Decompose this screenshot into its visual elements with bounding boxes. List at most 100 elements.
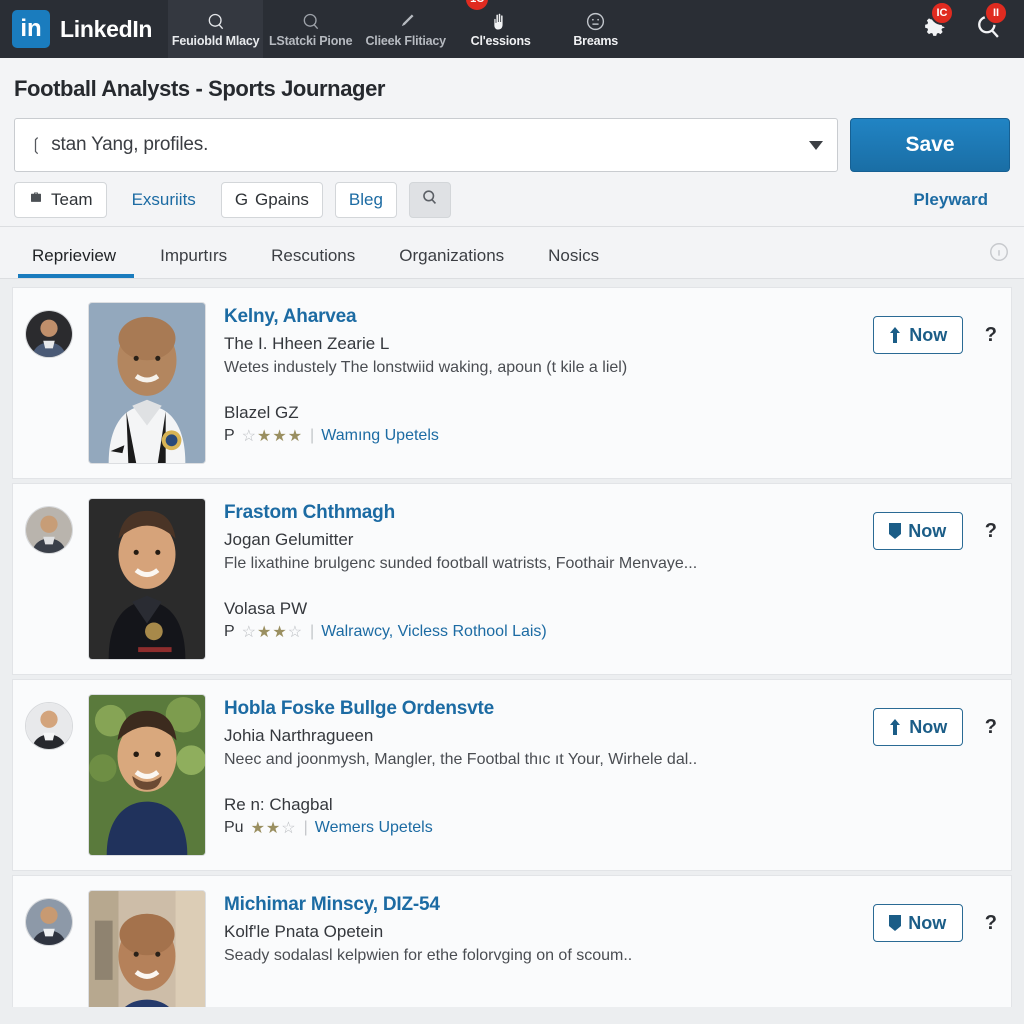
nav-item-breams[interactable]: Breams — [548, 0, 643, 58]
search-input[interactable]: ❲ stan Yang, profiles. — [14, 118, 838, 172]
result-name[interactable]: Hobla Foske Bullge Ordensvte — [224, 698, 873, 720]
result-org: Blazel GZ — [224, 403, 299, 422]
info-icon[interactable] — [988, 241, 1010, 268]
hand-icon: 1C — [464, 0, 511, 33]
result-role: The I. Hheen Zearie L — [224, 334, 390, 353]
tab-rescutions[interactable]: Rescutions — [249, 246, 377, 278]
avatar — [25, 898, 73, 946]
search-icon[interactable]: II — [974, 0, 1008, 46]
nav-item-feuiobld-mlacy[interactable]: Feuiobld Mlacy — [168, 0, 264, 58]
result-link[interactable]: Wamıng Upetels — [321, 427, 439, 445]
result-card[interactable]: Kelny, Aharvea The I. Hheen Zearie L Wet… — [12, 287, 1012, 479]
filter-chip-label: Gpains — [255, 190, 309, 209]
tab-bar: Reprieview Impurtırs Rescutions Organiza… — [0, 227, 1024, 279]
result-details: Michimar Minscy, DIZ-54 Kolf'le Pnata Op… — [206, 890, 873, 979]
star-rating: ☆★★★ — [241, 428, 304, 445]
now-button[interactable]: Now — [872, 708, 963, 746]
filter-chip-gpains[interactable]: G Gpains — [220, 182, 323, 218]
result-card[interactable]: Frastom Chthmagh Jogan Gelumitter Fle li… — [12, 483, 1012, 675]
rating-prefix: P — [224, 623, 235, 640]
result-actions: Now ? — [872, 302, 997, 354]
rating-prefix: Pu — [224, 819, 244, 836]
filter-chip-team[interactable]: Team — [14, 182, 107, 218]
briefcase-icon — [28, 190, 44, 210]
result-link[interactable]: Walrawcy, Vicless Rothool Lais) — [321, 623, 547, 641]
bookmark-icon — [889, 523, 902, 539]
result-card[interactable]: Michimar Minscy, DIZ-54 Kolf'le Pnata Op… — [12, 875, 1012, 1007]
arrow-up-icon — [888, 327, 902, 343]
filter-chip-row: Team Exsuriits G Gpains Bleg Pleyward — [14, 172, 1010, 226]
nav-item-label: Feuiobld Mlacy — [171, 33, 260, 48]
nav-item-clessions[interactable]: 1C Cl'essions — [453, 0, 548, 58]
profile-photo — [88, 302, 206, 464]
filter-chip-label: Exsuriits — [131, 190, 196, 209]
search-badge: II — [984, 0, 1008, 25]
nav-item-label: Breams — [573, 33, 618, 48]
result-details: Kelny, Aharvea The I. Hheen Zearie L Wet… — [206, 302, 873, 446]
tab-nosics[interactable]: Nosics — [526, 246, 621, 278]
divider: | — [303, 819, 308, 836]
result-link[interactable]: Wemers Upetels — [315, 819, 433, 837]
now-button[interactable]: Now — [872, 904, 963, 942]
brand-logo-area[interactable]: in LinkedIn — [0, 0, 168, 58]
result-details: Frastom Chthmagh Jogan Gelumitter Fle li… — [206, 498, 873, 642]
filter-search-button[interactable] — [408, 182, 451, 218]
nav-item-lstatcki-pione[interactable]: LStatcki Pione — [263, 0, 358, 58]
nav-item-clieek-flitiacy[interactable]: Clieek Flitiacy — [358, 0, 453, 58]
search-input-value: stan Yang, profiles. — [51, 134, 209, 155]
top-navigation-bar: in LinkedIn Feuiobld Mlacy LStatcki Pion… — [0, 0, 1024, 58]
result-details: Hobla Foske Bullge Ordensvte Johia Narth… — [206, 694, 873, 838]
result-role: Kolf'le Pnata Opetein — [224, 922, 384, 941]
filter-chip-exsuriits[interactable]: Exsuriits — [119, 182, 209, 218]
result-org: Re n: Chagbal — [224, 795, 333, 814]
result-name[interactable]: Michimar Minscy, DIZ-54 — [224, 894, 873, 916]
filter-chip-label: Team — [51, 190, 93, 209]
gear-badge: IC — [930, 0, 954, 25]
help-icon[interactable]: ? — [985, 316, 997, 354]
g-icon: G — [234, 190, 249, 209]
result-description: Neec and joonmysh, Mangler, the Footbal … — [224, 751, 698, 768]
result-name[interactable]: Frastom Chthmagh — [224, 502, 873, 524]
search-icon — [420, 188, 439, 212]
filter-chip-bleg[interactable]: Bleg — [334, 182, 397, 218]
bookmark-icon — [889, 915, 902, 931]
nav-item-label: Clieek Flitiacy — [365, 33, 446, 48]
now-button-label: Now — [908, 912, 947, 933]
avatar — [25, 506, 73, 554]
page-header: Football Analysts - Sports Journager ❲ s… — [0, 58, 1024, 227]
result-actions: Now ? — [872, 498, 997, 550]
result-meta: P ☆★★☆ | Walrawcy, Vicless Rothool Lais) — [224, 622, 873, 642]
result-actions: Now ? — [872, 890, 997, 942]
now-button-label: Now — [908, 520, 947, 541]
help-icon[interactable]: ? — [985, 904, 997, 942]
gear-icon[interactable]: IC — [920, 0, 954, 46]
result-card[interactable]: Hobla Foske Bullge Ordensvte Johia Narth… — [12, 679, 1012, 871]
avatar — [25, 702, 73, 750]
nav-item-label: Cl'essions — [470, 33, 531, 48]
help-icon[interactable]: ? — [985, 708, 997, 746]
forward-link[interactable]: Pleyward — [913, 190, 996, 210]
tab-impurtirs[interactable]: Impurtırs — [138, 246, 249, 278]
result-name[interactable]: Kelny, Aharvea — [224, 306, 873, 328]
results-list: Kelny, Aharvea The I. Hheen Zearie L Wet… — [0, 279, 1024, 1007]
top-nav-right-icons: IC II — [920, 0, 1024, 58]
now-button[interactable]: Now — [872, 512, 963, 550]
chevron-down-icon[interactable] — [809, 140, 823, 150]
page-title: Football Analysts - Sports Journager — [14, 76, 386, 101]
now-button-label: Now — [909, 716, 948, 737]
search-circle-icon — [301, 11, 321, 33]
tab-organizations[interactable]: Organizations — [377, 246, 526, 278]
result-description: Fle lixathine brulgenc sunded football w… — [224, 555, 698, 572]
help-icon[interactable]: ? — [985, 512, 997, 550]
result-description: Seady sodalasl kelpwien for ethe folorvg… — [224, 947, 633, 964]
star-rating: ★★☆ — [250, 820, 297, 837]
now-button[interactable]: Now — [872, 316, 963, 354]
notification-badge: 1C — [464, 0, 491, 12]
pen-icon — [396, 11, 416, 33]
tab-reprieview[interactable]: Reprieview — [14, 246, 138, 278]
result-description: Wetes industely The lonstwiid waking, ap… — [224, 359, 628, 376]
arrow-up-icon — [888, 719, 902, 735]
save-button[interactable]: Save — [850, 118, 1010, 172]
search-circle-icon — [206, 11, 226, 33]
result-meta: P ☆★★★ | Wamıng Upetels — [224, 426, 873, 446]
